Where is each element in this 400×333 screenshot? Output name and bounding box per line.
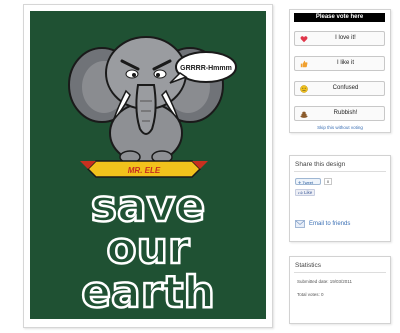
email-label: Email to friends xyxy=(309,221,351,227)
poop-icon xyxy=(300,111,308,118)
envelope-icon xyxy=(295,220,305,228)
statistics-title: Statistics xyxy=(295,262,322,269)
vote-confused-label: Confused xyxy=(332,85,359,91)
statistics-panel: Statistics Submitted date: 19/03/2011 To… xyxy=(289,256,391,324)
vote-like-label: I like it xyxy=(336,60,354,66)
vote-confused-button[interactable]: Confused xyxy=(294,81,385,96)
thumbs-up-icon: 👍︎ xyxy=(298,190,303,195)
speech-text: GRRRR-Hmmm xyxy=(180,65,232,72)
tweet-button[interactable]: ✈ Tweet xyxy=(295,178,321,185)
vote-love-label: I love it! xyxy=(335,35,356,41)
design-frame: GRRRR-Hmmm MR. ELE save our earth xyxy=(23,4,273,328)
banner-text: MR. ELE xyxy=(128,166,161,175)
heart-icon xyxy=(300,36,308,43)
tweet-count: 0 xyxy=(324,178,332,185)
divider xyxy=(294,272,386,273)
elephant-illustration: GRRRR-Hmmm MR. ELE save our earth xyxy=(68,36,237,319)
like-label: Like xyxy=(303,190,313,195)
design-artwork: GRRRR-Hmmm MR. ELE save our earth xyxy=(30,11,266,319)
vote-rubbish-label: Rubbish! xyxy=(333,110,358,116)
divider xyxy=(294,171,386,172)
vote-like-button[interactable]: I like it xyxy=(294,56,385,71)
vote-header: Please vote here xyxy=(294,13,385,22)
total-votes: Total votes: 0 xyxy=(297,292,324,297)
confused-face-icon xyxy=(300,85,308,93)
submitted-date: Submitted date: 19/03/2011 xyxy=(297,279,352,284)
twitter-bird-icon: ✈ xyxy=(298,180,302,185)
tweet-label: Tweet xyxy=(302,180,314,185)
vote-love-button[interactable]: I love it! xyxy=(294,31,385,46)
skip-voting-link[interactable]: Skip this without voting xyxy=(290,125,390,130)
share-title: Share this design xyxy=(295,161,346,168)
share-panel: Share this design ✈ Tweet 0 👍︎ Like Emai… xyxy=(289,155,391,242)
vote-panel: Please vote here I love it! I like it Co… xyxy=(289,9,391,133)
vote-rubbish-button[interactable]: Rubbish! xyxy=(294,106,385,121)
thumbs-up-icon xyxy=(300,60,308,68)
facebook-like-button[interactable]: 👍︎ Like xyxy=(295,189,315,196)
headline-line-3: earth xyxy=(81,267,215,318)
